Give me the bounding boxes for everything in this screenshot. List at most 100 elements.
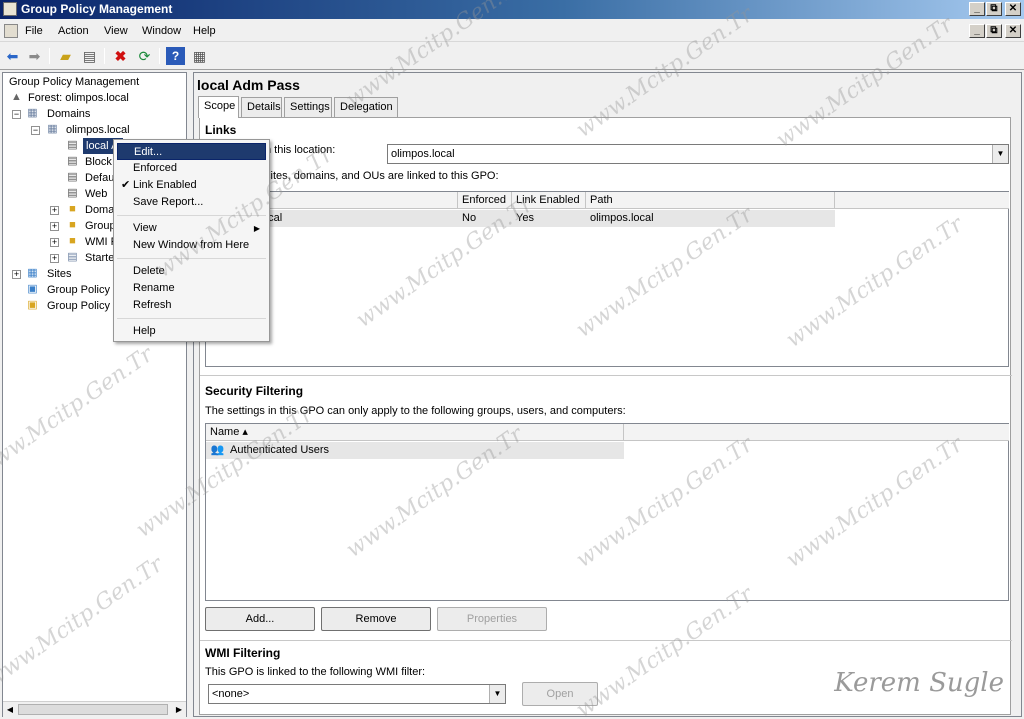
menu-item-save-report[interactable]: Save Report...: [117, 194, 266, 211]
tree-collapse-icon[interactable]: −: [12, 110, 21, 119]
sites-icon: ▦: [27, 267, 38, 279]
starter-gpo-icon: ▤: [67, 251, 78, 263]
child-close-button[interactable]: ✕: [1005, 24, 1021, 38]
links-col-enforced[interactable]: Enforced: [458, 192, 512, 209]
tree-expand-icon[interactable]: +: [12, 270, 21, 279]
chevron-down-icon[interactable]: ▼: [489, 685, 505, 703]
tree-root-label[interactable]: Group Policy Management: [9, 74, 139, 90]
tree-expand-icon[interactable]: +: [50, 254, 59, 263]
tab-settings[interactable]: Settings: [284, 97, 332, 117]
tree-expand-icon[interactable]: +: [50, 238, 59, 247]
menu-item-rename[interactable]: Rename: [117, 280, 266, 297]
properties-icon[interactable]: ▦: [190, 47, 209, 65]
add-button[interactable]: Add...: [205, 607, 315, 631]
properties-button[interactable]: Properties: [437, 607, 547, 631]
links-col-path[interactable]: Path: [586, 192, 835, 209]
security-col-filler: [624, 424, 1009, 441]
menu-item-view[interactable]: View ▶: [117, 220, 266, 237]
wmi-filtering-heading: WMI Filtering: [205, 646, 281, 660]
tree-domain-label[interactable]: olimpos.local: [66, 122, 130, 138]
tab-details[interactable]: Details: [241, 97, 282, 117]
menu-help[interactable]: Help: [193, 25, 216, 37]
tree-item-default[interactable]: Defau: [85, 170, 114, 186]
ou-folder-icon: ■: [69, 203, 76, 215]
menu-item-enforced[interactable]: Enforced: [117, 160, 266, 177]
show-hide-tree-icon[interactable]: ▤: [80, 47, 99, 65]
section-divider: [200, 375, 1012, 376]
tree-item-domain-controllers[interactable]: Doma: [85, 202, 114, 218]
open-button[interactable]: Open: [522, 682, 598, 706]
refresh-icon[interactable]: ⟳: [135, 47, 154, 65]
scroll-right-icon[interactable]: ▶: [172, 702, 186, 717]
tree-item-group-policy-objects[interactable]: Group: [85, 218, 116, 234]
tree-item-block[interactable]: Block: [85, 154, 112, 170]
menu-item-refresh[interactable]: Refresh: [117, 297, 266, 314]
tab-delegation[interactable]: Delegation: [334, 97, 398, 117]
gpo-link-icon: ▤: [67, 155, 78, 167]
tree-expand-icon[interactable]: +: [50, 222, 59, 231]
maximize-button[interactable]: ⧉: [986, 2, 1002, 16]
remove-button[interactable]: Remove: [321, 607, 431, 631]
menu-separator: [117, 215, 266, 216]
forward-arrow-icon[interactable]: ➡: [25, 47, 44, 65]
links-col-link-enabled[interactable]: Link Enabled: [512, 192, 586, 209]
tree-gp-results-label[interactable]: Group Policy R: [47, 298, 121, 314]
menu-item-new-window[interactable]: New Window from Here: [117, 237, 266, 254]
menu-file[interactable]: File: [25, 25, 43, 37]
results-icon: ▣: [27, 299, 38, 311]
security-col-name[interactable]: Name ▴: [206, 424, 624, 441]
system-menu-icon[interactable]: [4, 24, 18, 38]
gpo-title: local Adm Pass: [197, 77, 300, 93]
tree-expand-icon[interactable]: +: [50, 206, 59, 215]
menu-item-help[interactable]: Help: [117, 323, 266, 340]
child-minimize-button[interactable]: _: [969, 24, 985, 38]
table-row[interactable]: 👥 Authenticated Users: [206, 442, 624, 459]
toolbar-separator: [104, 48, 105, 64]
security-grid[interactable]: Name ▴ 👥 Authenticated Users: [205, 423, 1009, 601]
wmi-filter-value: <none>: [212, 688, 250, 700]
wmi-folder-icon: ■: [69, 235, 76, 247]
menu-item-edit[interactable]: Edit...: [117, 143, 266, 160]
delete-icon[interactable]: ✖: [111, 47, 130, 65]
tree-collapse-icon[interactable]: −: [31, 126, 40, 135]
scroll-left-icon[interactable]: ◀: [3, 702, 17, 717]
scroll-thumb[interactable]: [18, 704, 168, 715]
menu-item-link-enabled[interactable]: ✔ Link Enabled: [117, 177, 266, 194]
users-group-icon: 👥: [210, 444, 225, 456]
tab-scope[interactable]: Scope: [198, 96, 239, 118]
chevron-down-icon[interactable]: ▼: [992, 145, 1008, 163]
menu-separator: [117, 318, 266, 319]
minimize-button[interactable]: _: [969, 2, 985, 16]
back-arrow-icon[interactable]: ⬅: [3, 47, 22, 65]
menu-item-delete[interactable]: Delete: [117, 263, 266, 280]
menu-view[interactable]: View: [104, 25, 128, 37]
tree-forest-label[interactable]: Forest: olimpos.local: [28, 90, 129, 106]
checkmark-icon: ✔: [121, 179, 131, 191]
tree-gp-modeling-label[interactable]: Group Policy M: [47, 282, 122, 298]
security-filtering-heading: Security Filtering: [205, 384, 304, 398]
app-icon: [3, 2, 17, 16]
link-row-path: olimpos.local: [590, 212, 654, 224]
tree-domains-label[interactable]: Domains: [47, 106, 90, 122]
menu-bar: File Action View Window Help _ ⧉ ✕: [0, 21, 1024, 42]
links-grid[interactable]: Enforced Link Enabled Path ocal No Yes o…: [205, 191, 1009, 367]
security-filtering-description: The settings in this GPO can only apply …: [205, 405, 626, 417]
child-restore-button[interactable]: ⧉: [986, 24, 1002, 38]
help-icon[interactable]: ?: [166, 47, 185, 65]
tree-item-web[interactable]: Web: [85, 186, 107, 202]
table-row[interactable]: ocal No Yes olimpos.local: [206, 210, 835, 227]
domain-icon: ▦: [47, 123, 58, 135]
location-label: n this location:: [265, 144, 336, 156]
tree-sites-label[interactable]: Sites: [47, 266, 71, 282]
location-value: olimpos.local: [391, 148, 455, 160]
menu-window[interactable]: Window: [142, 25, 181, 37]
tree-horizontal-scrollbar[interactable]: ◀ ▶: [3, 701, 186, 717]
location-dropdown[interactable]: olimpos.local ▼: [387, 144, 1009, 164]
toolbar-separator: [159, 48, 160, 64]
scope-tab-body: Links n this location: olimpos.local ▼ s…: [199, 117, 1012, 715]
wmi-filter-dropdown[interactable]: <none> ▼: [208, 684, 506, 704]
tree-item-starter-gpos[interactable]: Starte: [85, 250, 114, 266]
close-button[interactable]: ✕: [1005, 2, 1021, 16]
up-folder-icon[interactable]: ▰: [56, 47, 75, 65]
menu-action[interactable]: Action: [58, 25, 89, 37]
